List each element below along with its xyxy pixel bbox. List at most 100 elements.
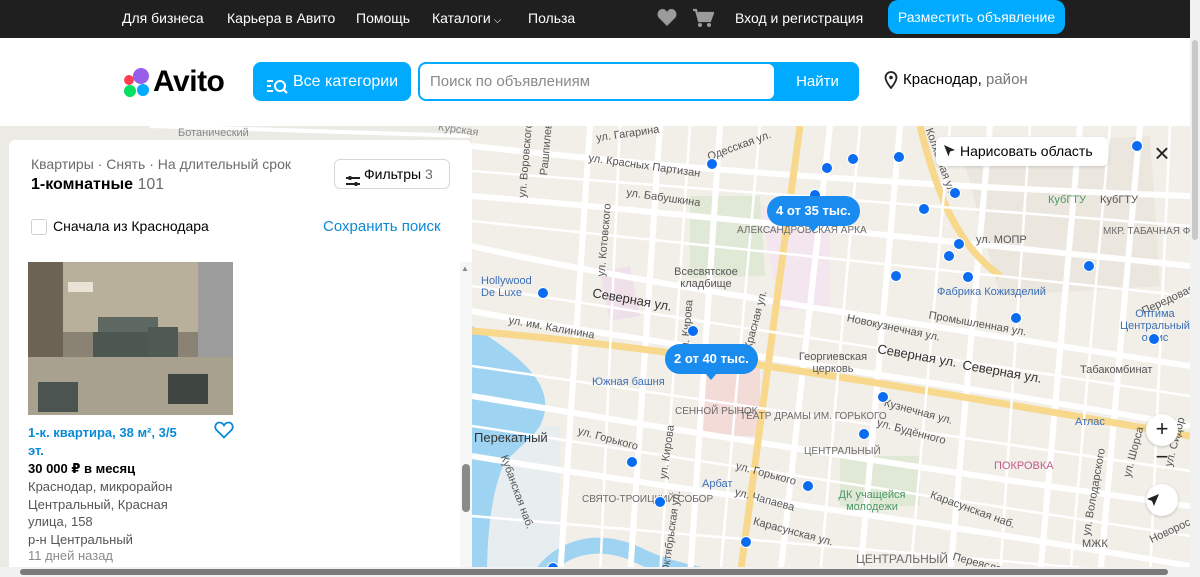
benefit-link[interactable]: Польза <box>528 10 575 26</box>
top-bar: Для бизнеса Карьера в Авито Помощь Катал… <box>0 0 1200 38</box>
map-label-hollywood: Hollywood De Luxe <box>481 275 532 299</box>
map-label-mopr: ул. МОПР <box>976 234 1027 246</box>
listing-scrollbar-thumb[interactable] <box>462 464 470 512</box>
listing-address: Краснодар, микрорайон Центральный, Красн… <box>28 478 208 548</box>
map-label-vsesvyat: Всесвятское кладбище <box>674 266 738 290</box>
map-cluster[interactable]: 4 от 35 тыс. <box>767 196 860 232</box>
listing-age: 11 дней назад <box>28 548 114 563</box>
map-cluster[interactable]: 2 от 40 тыс. <box>665 344 758 380</box>
map-label-tabak: Табакомбинат <box>1080 364 1153 376</box>
listing-address-line: Краснодар, микрорайон <box>28 479 173 494</box>
close-icon[interactable]: × <box>1148 140 1176 168</box>
draw-area-label: Нарисовать область <box>960 143 1093 159</box>
filters-button[interactable]: Фильтры 3 <box>334 159 450 189</box>
catalogs-link[interactable]: Каталоги ⌵ <box>432 10 501 26</box>
listing-scrollbar[interactable] <box>460 262 472 567</box>
search-bar: Найти <box>418 62 859 101</box>
cart-icon[interactable] <box>692 8 715 33</box>
map-pin[interactable] <box>740 536 752 548</box>
map-pin[interactable] <box>893 151 905 163</box>
map-pin[interactable] <box>962 271 974 283</box>
map-pin[interactable] <box>1131 140 1143 152</box>
map-label-tobacco: МКР. ТАБАЧНАЯ ФАБРИКА <box>1103 226 1190 237</box>
catalogs-label: Каталоги <box>432 10 491 26</box>
map-pin[interactable] <box>626 456 638 468</box>
map-pin[interactable] <box>706 158 718 170</box>
heart-icon[interactable] <box>657 8 677 32</box>
map-label-yuzh: Южная башня <box>592 376 665 388</box>
result-count: 101 <box>137 176 165 193</box>
map-label-arbat: Арбат <box>702 478 733 490</box>
map-label-perekatny: Перекатный <box>474 430 548 445</box>
location-city: Краснодар, <box>903 71 982 88</box>
map-label-dk: ДК учащейся молодежи <box>838 489 906 513</box>
all-categories-button[interactable]: Все категории <box>253 62 411 101</box>
draw-area-button[interactable]: Нарисовать область <box>936 137 1108 166</box>
filter-icon <box>346 168 360 196</box>
header: Avito Все категории Найти Краснодар, рай… <box>0 38 1190 126</box>
map-pin[interactable] <box>949 187 961 199</box>
map-pin[interactable] <box>687 325 699 337</box>
map-pin[interactable] <box>821 162 833 174</box>
help-link[interactable]: Помощь <box>356 10 410 26</box>
listing-address-line: р-н Центральный <box>28 531 133 547</box>
zoom-out-button[interactable]: − <box>1146 442 1178 474</box>
listing-photo[interactable] <box>28 262 233 415</box>
search-button[interactable]: Найти <box>776 62 859 101</box>
map-label-mzhk: МЖК <box>1082 538 1108 550</box>
login-link[interactable]: Вход и регистрация <box>735 10 863 26</box>
map-label-pokrovka: ПОКРОВКА <box>994 460 1054 472</box>
horizontal-scrollbar-thumb[interactable] <box>20 569 1168 575</box>
horizontal-scrollbar[interactable] <box>0 567 1190 577</box>
scroll-up-icon[interactable]: ▲ <box>461 264 469 273</box>
page-scrollbar-thumb[interactable] <box>1192 40 1198 240</box>
breadcrumb[interactable]: Квартиры · Снять · На длительный срок <box>31 156 291 172</box>
map-pin[interactable] <box>953 238 965 250</box>
logo-dots-icon <box>124 68 149 97</box>
location-pin-icon <box>884 71 898 93</box>
map-label-kozh: Фабрика Кожизделий <box>937 286 1046 298</box>
all-categories-label: Все категории <box>293 73 399 90</box>
filters-label: Фильтры <box>364 166 422 182</box>
listing-list: 1-к. квартира, 38 м², 3/5 эт. 30 000 ₽ в… <box>9 253 472 567</box>
save-search-link[interactable]: Сохранить поиск <box>323 218 441 235</box>
map-pin[interactable] <box>537 287 549 299</box>
from-krasnodar-checkbox[interactable] <box>31 219 47 235</box>
map-label-central-area: ЦЕНТРАЛЬНЫЙ <box>804 446 881 457</box>
page-scrollbar[interactable] <box>1190 0 1200 577</box>
from-krasnodar-label[interactable]: Сначала из Краснодара <box>53 218 209 234</box>
map-pin[interactable] <box>877 391 889 403</box>
heart-icon[interactable] <box>214 421 234 444</box>
search-icon <box>266 72 288 111</box>
map-pin[interactable] <box>1148 333 1160 345</box>
location-area: район <box>986 71 1028 88</box>
map-pin[interactable] <box>1010 312 1022 324</box>
listing-address-line: улица, 158 <box>28 514 93 529</box>
for-business-link[interactable]: Для бизнеса <box>122 10 204 26</box>
map-label-georg: Георгиевская церковь <box>798 351 868 375</box>
map-pin[interactable] <box>890 270 902 282</box>
page-title: 1-комнатные 101 <box>31 176 164 194</box>
listing-price: 30 000 ₽ в месяц <box>28 461 136 476</box>
chevron-down-icon: ⌵ <box>493 15 502 26</box>
map-pin[interactable] <box>847 153 859 165</box>
map-pin[interactable] <box>1083 260 1095 272</box>
post-ad-button[interactable]: Разместить объявление <box>888 0 1065 34</box>
search-input[interactable] <box>420 64 774 99</box>
listing-title[interactable]: 1-к. квартира, 38 м², 3/5 эт. <box>28 424 178 460</box>
map-pin[interactable] <box>654 496 666 508</box>
filters-count: 3 <box>424 166 433 182</box>
map-pin[interactable] <box>943 250 955 262</box>
map-label-theatre: ТЕАТР ДРАМЫ ИМ. ГОРЬКОГО <box>740 411 887 422</box>
page-title-text: 1-комнатные <box>31 176 134 193</box>
career-link[interactable]: Карьера в Авито <box>227 10 335 26</box>
search-panel: Квартиры · Снять · На длительный срок 1-… <box>9 140 472 253</box>
map-label-kubgtu-2: КубГТУ <box>1100 194 1138 206</box>
navigate-arrow-icon[interactable] <box>1146 484 1178 516</box>
map-pin[interactable] <box>858 428 870 440</box>
location-selector[interactable]: Краснодар, район <box>884 71 1028 90</box>
map-label-arch: АЛЕКСАНДРОВСКАЯ АРКА <box>737 225 867 236</box>
logo-text: Avito <box>153 65 225 98</box>
map-pin[interactable] <box>918 203 930 215</box>
map-pin[interactable] <box>802 480 814 492</box>
